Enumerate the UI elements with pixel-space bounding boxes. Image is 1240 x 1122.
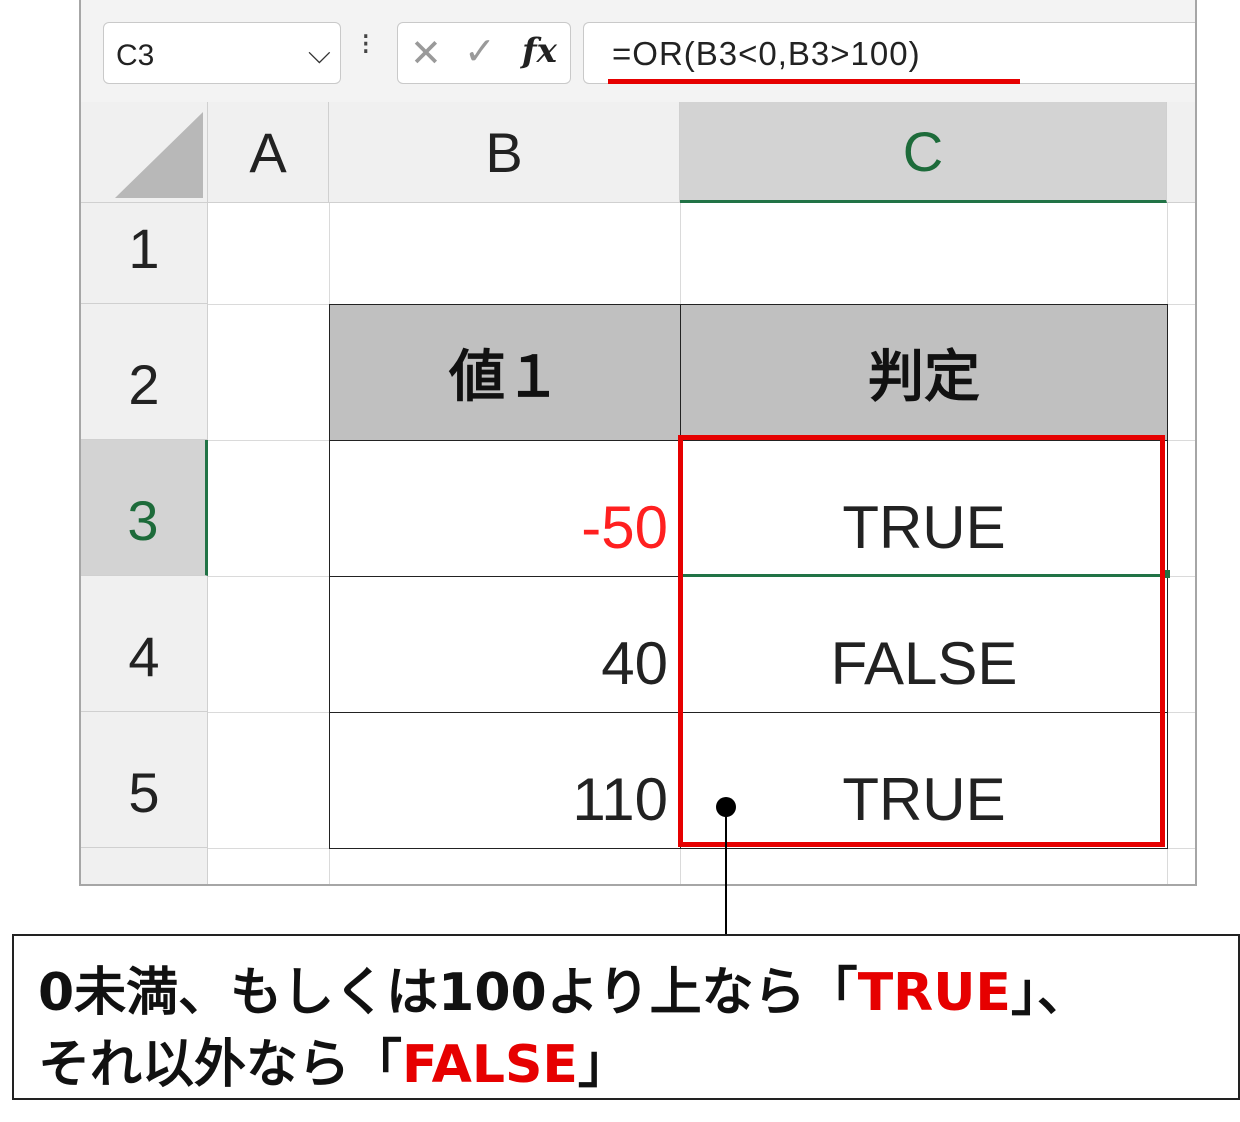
formula-text: =OR(B3<0,B3>100) [612, 35, 921, 72]
formula-input[interactable]: =OR(B3<0,B3>100) [583, 22, 1195, 84]
column-header-b[interactable]: B [329, 102, 680, 203]
cancel-icon[interactable]: ✕ [410, 31, 442, 76]
chevron-down-icon[interactable]: ⌵ [308, 37, 331, 71]
formula-buttons: ✕ ✓ fx [397, 22, 571, 84]
column-header-c[interactable]: C [680, 102, 1167, 203]
callout-connector [725, 806, 727, 935]
drag-handle-icon[interactable]: ⁝ [361, 30, 370, 60]
column-header-d[interactable] [1167, 102, 1195, 203]
name-box[interactable]: C3 ⌵ [103, 22, 341, 84]
callout-text: 」、 [1010, 963, 1089, 1023]
row-header-3[interactable]: 3 [81, 440, 208, 576]
insert-function-icon[interactable]: fx [522, 31, 557, 71]
row-header-1[interactable]: 1 [81, 203, 208, 304]
cell-b3[interactable]: -50 [329, 440, 681, 577]
row-header-5[interactable]: 5 [81, 712, 208, 848]
name-box-value: C3 [116, 39, 155, 72]
cell-b4[interactable]: 40 [329, 576, 681, 713]
callout-line-1: 0未満、もしくは100より上なら「TRUE」、 [38, 950, 1089, 1025]
callout-text: それ以外なら「 [38, 1035, 403, 1095]
select-all-triangle-icon [115, 112, 203, 198]
callout-line-2: それ以外なら「FALSE」 [38, 1022, 630, 1097]
cell-c2-header[interactable]: 判定 [680, 304, 1168, 441]
cell-b2-header[interactable]: 値１ [329, 304, 681, 441]
row-header-2[interactable]: 2 [81, 304, 208, 440]
enter-icon[interactable]: ✓ [464, 29, 496, 74]
column-header-a[interactable]: A [208, 102, 329, 203]
formula-bar: C3 ⌵ ⁝ ✕ ✓ fx =OR(B3<0,B3>100) [81, 0, 1195, 102]
callout-text: 0未満、もしくは100より上なら「 [38, 963, 858, 1023]
highlight-box [678, 435, 1165, 847]
callout-box: 0未満、もしくは100より上なら「TRUE」、 それ以外なら「FALSE」 [12, 934, 1240, 1100]
callout-highlight: TRUE [857, 963, 1011, 1023]
cell-b5[interactable]: 110 [329, 712, 681, 849]
select-all-button[interactable] [81, 102, 208, 203]
row-header-4[interactable]: 4 [81, 576, 208, 712]
row-header-6[interactable] [81, 848, 208, 884]
callout-text: 」 [577, 1035, 630, 1095]
formula-underline [608, 79, 1020, 84]
callout-highlight: FALSE [402, 1035, 578, 1095]
